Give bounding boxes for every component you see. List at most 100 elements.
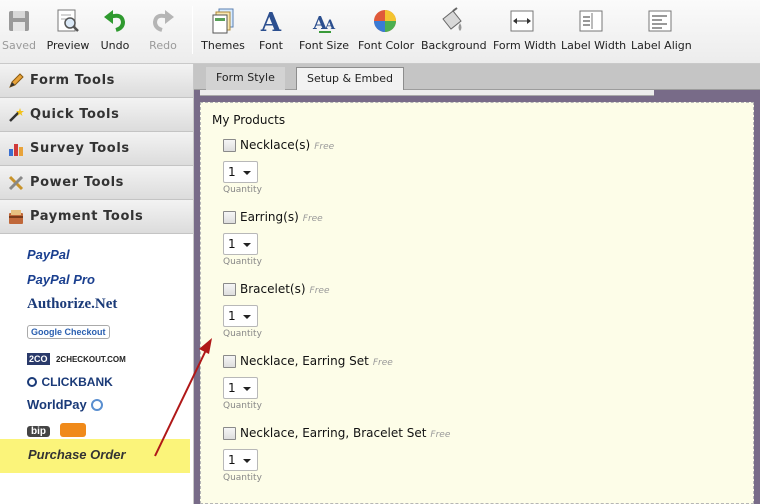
pencil-icon [8,72,24,89]
tab-setup-embed[interactable]: Setup & Embed [296,67,404,91]
font-button[interactable]: A Font [256,4,286,56]
bip-logo[interactable]: bip [27,421,87,439]
form-width-button[interactable]: Form Width [493,4,557,56]
product-name: Necklace(s) [240,138,311,152]
purchase-order-item[interactable]: Purchase Order [0,439,190,473]
clickbank-logo[interactable]: CLICKBANK [27,373,113,391]
product-checkbox[interactable] [223,427,236,440]
category-quick-tools[interactable]: Quick Tools [0,98,193,132]
worldpay-label: WorldPay [27,397,87,412]
google-checkout-label: Google Checkout [31,327,106,337]
bip-badge: bip [27,426,50,437]
dropdown-arrow-icon [243,387,251,391]
2co-badge: 2CO [27,353,50,365]
quantity-select[interactable]: 1 [223,233,258,255]
sidebar: Form Tools Quick Tools Survey Tools Powe… [0,64,194,504]
product-label: Necklace, Earring Set Free [240,354,393,368]
font-color-icon [372,7,398,35]
label-width-icon [578,7,604,35]
product-label: Bracelet(s) Free [240,282,330,296]
category-label: Survey Tools [30,141,130,156]
quantity-select[interactable]: 1 [223,377,258,399]
dropdown-arrow-icon [243,171,251,175]
product-checkbox[interactable] [223,139,236,152]
purchase-order-label: Purchase Order [28,447,126,462]
quantity-select[interactable]: 1 [223,305,258,327]
product-label: Necklace(s) Free [240,138,334,152]
category-label: Power Tools [30,175,125,190]
undo-button[interactable]: Undo [98,4,132,56]
undo-label: Undo [100,39,130,52]
quantity-value: 1 [228,165,236,179]
redo-label: Redo [149,39,177,52]
category-label: Payment Tools [30,209,144,224]
google-checkout-logo[interactable]: Google Checkout [27,322,110,340]
dropdown-arrow-icon [243,243,251,247]
payment-icon [8,209,24,225]
category-power-tools[interactable]: Power Tools [0,166,193,200]
saved-label: Saved [2,39,36,52]
redo-button[interactable]: Redo [146,4,180,56]
category-label: Form Tools [30,73,115,88]
quantity-value: 1 [228,453,236,467]
quantity-select[interactable]: 1 [223,449,258,471]
category-form-tools[interactable]: Form Tools [0,64,193,98]
font-size-label: Font Size [298,39,350,52]
quantity-label: Quantity [223,329,262,339]
form-area: My Products Necklace(s) Free 1 Quantity E… [200,102,754,504]
toolbar-separator [192,6,193,54]
worldpay-logo[interactable]: WorldPay [27,396,104,414]
paypal-logo[interactable]: PayPal [27,246,70,264]
free-label: Free [372,358,393,368]
product-checkbox[interactable] [223,211,236,224]
tab-form-style[interactable]: Form Style [206,67,285,90]
preview-magnifier-icon [55,7,81,35]
font-size-button[interactable]: A A Font Size [298,4,350,56]
label-align-button[interactable]: Label Align [631,4,692,56]
product-checkbox[interactable] [223,283,236,296]
quantity-value: 1 [228,309,236,323]
font-color-button[interactable]: Font Color [358,4,414,56]
floppy-disk-icon [6,7,32,35]
quantity-label: Quantity [223,401,262,411]
category-label: Quick Tools [30,107,120,122]
svg-text:A: A [260,8,282,35]
wand-icon [8,107,24,123]
category-payment-tools[interactable]: Payment Tools [0,200,193,234]
quantity-value: 1 [228,237,236,251]
form-width-label: Form Width [493,39,557,52]
label-align-label: Label Align [631,39,692,52]
saved-button[interactable]: Saved [2,4,36,56]
background-button[interactable]: Background [421,4,487,56]
form-width-icon [509,7,535,35]
paypal-pro-logo[interactable]: PayPal Pro [27,271,95,289]
themes-icon [210,7,236,35]
free-label: Free [430,430,451,440]
label-width-button[interactable]: Label Width [561,4,626,56]
product-checkbox[interactable] [223,355,236,368]
2checkout-logo[interactable]: 2CO 2CHECKOUT.COM [27,349,126,367]
svg-text:A: A [324,18,336,33]
label-align-icon [647,7,673,35]
paint-bucket-icon [439,7,465,35]
free-label: Free [309,286,330,296]
product-label: Earring(s) Free [240,210,323,224]
tools-icon [8,175,24,191]
quantity-select[interactable]: 1 [223,161,258,183]
authorize-net-logo[interactable]: Authorize.Net [27,295,117,313]
preview-button[interactable]: Preview [46,4,90,56]
authorize-net-label: Authorize.Net [27,296,118,312]
themes-button[interactable]: Themes [201,4,245,56]
product-name: Earring(s) [240,210,299,224]
paypal-pro-label: PayPal Pro [27,272,95,287]
bip-orange-mark-icon [60,423,87,437]
free-label: Free [302,214,323,224]
product-name: Necklace, Earring Set [240,354,369,368]
category-survey-tools[interactable]: Survey Tools [0,132,193,166]
worldpay-mark-icon [91,399,104,411]
bar-chart-icon [8,141,24,157]
toolbar: Saved Preview Undo Redo Themes A Font A … [0,0,760,64]
background-label: Background [421,39,487,52]
quantity-label: Quantity [223,185,262,195]
tab-bar: Form Style Setup & Embed [194,64,760,91]
